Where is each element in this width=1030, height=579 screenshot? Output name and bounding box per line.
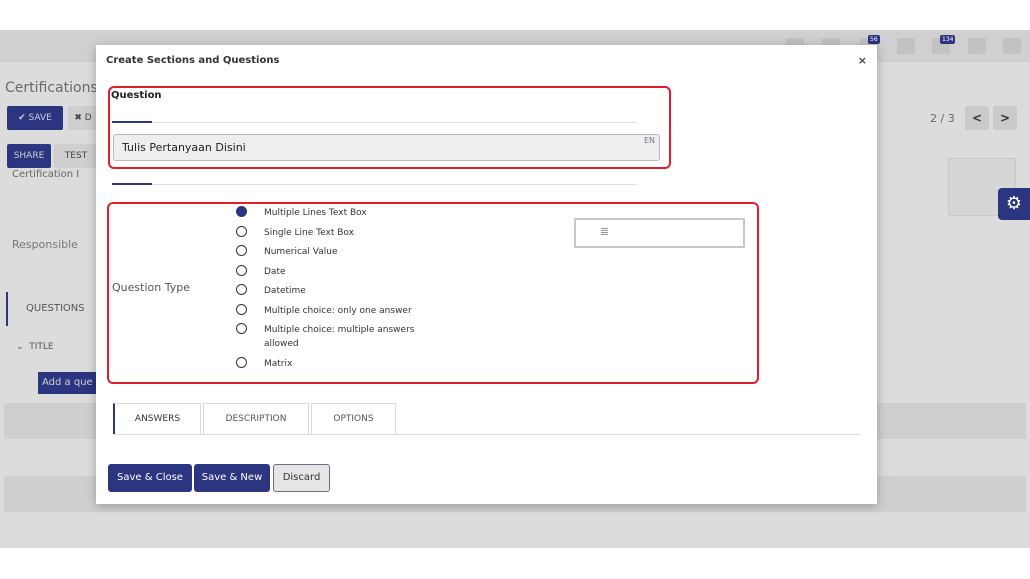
radio-matrix[interactable] bbox=[236, 357, 247, 368]
tab-options[interactable]: OPTIONS bbox=[311, 403, 396, 434]
activities-badge: 134 bbox=[940, 35, 956, 44]
option-label: Matrix bbox=[264, 359, 293, 369]
radio-numerical-value[interactable] bbox=[236, 245, 247, 256]
dialog-title: Create Sections and Questions bbox=[106, 55, 280, 66]
question-type-label: Question Type bbox=[112, 281, 190, 294]
option-label: Single Line Text Box bbox=[264, 228, 354, 238]
pager-value: 2 / 3 bbox=[930, 112, 955, 125]
option-label: Multiple choice: multiple answers allowe… bbox=[264, 325, 415, 349]
activities-icon[interactable]: 134 bbox=[932, 35, 956, 54]
divider bbox=[152, 122, 637, 123]
question-input[interactable] bbox=[113, 134, 660, 161]
option-label: Datetime bbox=[264, 286, 306, 296]
save-close-button[interactable]: Save & Close bbox=[108, 464, 192, 492]
code-icon[interactable] bbox=[897, 38, 915, 54]
radio-datetime[interactable] bbox=[236, 284, 247, 295]
pager-next-button[interactable]: > bbox=[993, 106, 1017, 130]
radio-multiple-lines-text-box[interactable] bbox=[236, 206, 247, 217]
test-button[interactable]: TEST bbox=[54, 144, 98, 168]
share-button[interactable]: SHARE bbox=[7, 144, 51, 168]
user-avatar-icon[interactable] bbox=[968, 38, 986, 54]
tab-questions[interactable]: QUESTIONS bbox=[6, 292, 96, 326]
pager-prev-button[interactable]: < bbox=[965, 106, 989, 130]
title-column-label: TITLE bbox=[29, 342, 54, 352]
company-icon[interactable] bbox=[1003, 38, 1021, 54]
breadcrumb-title[interactable]: Certifications bbox=[5, 80, 98, 96]
question-label: Question bbox=[111, 90, 162, 101]
radio-single-line-text-box[interactable] bbox=[236, 226, 247, 237]
radio-date[interactable] bbox=[236, 265, 247, 276]
radio-multiple-choice-one[interactable] bbox=[236, 304, 247, 315]
discard-button[interactable]: ✖ D bbox=[68, 106, 98, 130]
discard-button[interactable]: Discard bbox=[273, 464, 330, 492]
responsible-label: Responsible bbox=[12, 238, 78, 251]
field-underline bbox=[112, 121, 152, 123]
certification-name: Certification I bbox=[12, 169, 80, 180]
tab-description[interactable]: DESCRIPTION bbox=[203, 403, 309, 434]
title-column-header: ⌄ TITLE bbox=[16, 342, 54, 352]
radio-multiple-choice-multiple[interactable] bbox=[236, 323, 247, 334]
option-label: Multiple Lines Text Box bbox=[264, 208, 367, 218]
divider bbox=[152, 184, 637, 185]
option-label: Date bbox=[264, 267, 286, 277]
option-label: Numerical Value bbox=[264, 247, 338, 257]
messages-badge: 56 bbox=[868, 35, 880, 44]
create-question-dialog: Create Sections and Questions × Question… bbox=[96, 45, 877, 504]
text-lines-icon: ≣ bbox=[600, 225, 610, 238]
gear-icon[interactable]: ⚙ bbox=[998, 188, 1030, 220]
save-new-button[interactable]: Save & New bbox=[194, 464, 270, 492]
option-label: Multiple choice: only one answer bbox=[264, 306, 412, 316]
question-type-preview: ≣ bbox=[574, 218, 745, 248]
close-icon[interactable]: × bbox=[858, 54, 867, 67]
field-underline bbox=[112, 183, 152, 185]
tab-answers[interactable]: ANSWERS bbox=[113, 403, 201, 434]
add-question-button[interactable]: Add a que bbox=[38, 372, 98, 394]
tabs-divider bbox=[113, 434, 860, 435]
save-button[interactable]: ✔ SAVE bbox=[7, 106, 63, 130]
language-badge[interactable]: EN bbox=[644, 136, 655, 145]
